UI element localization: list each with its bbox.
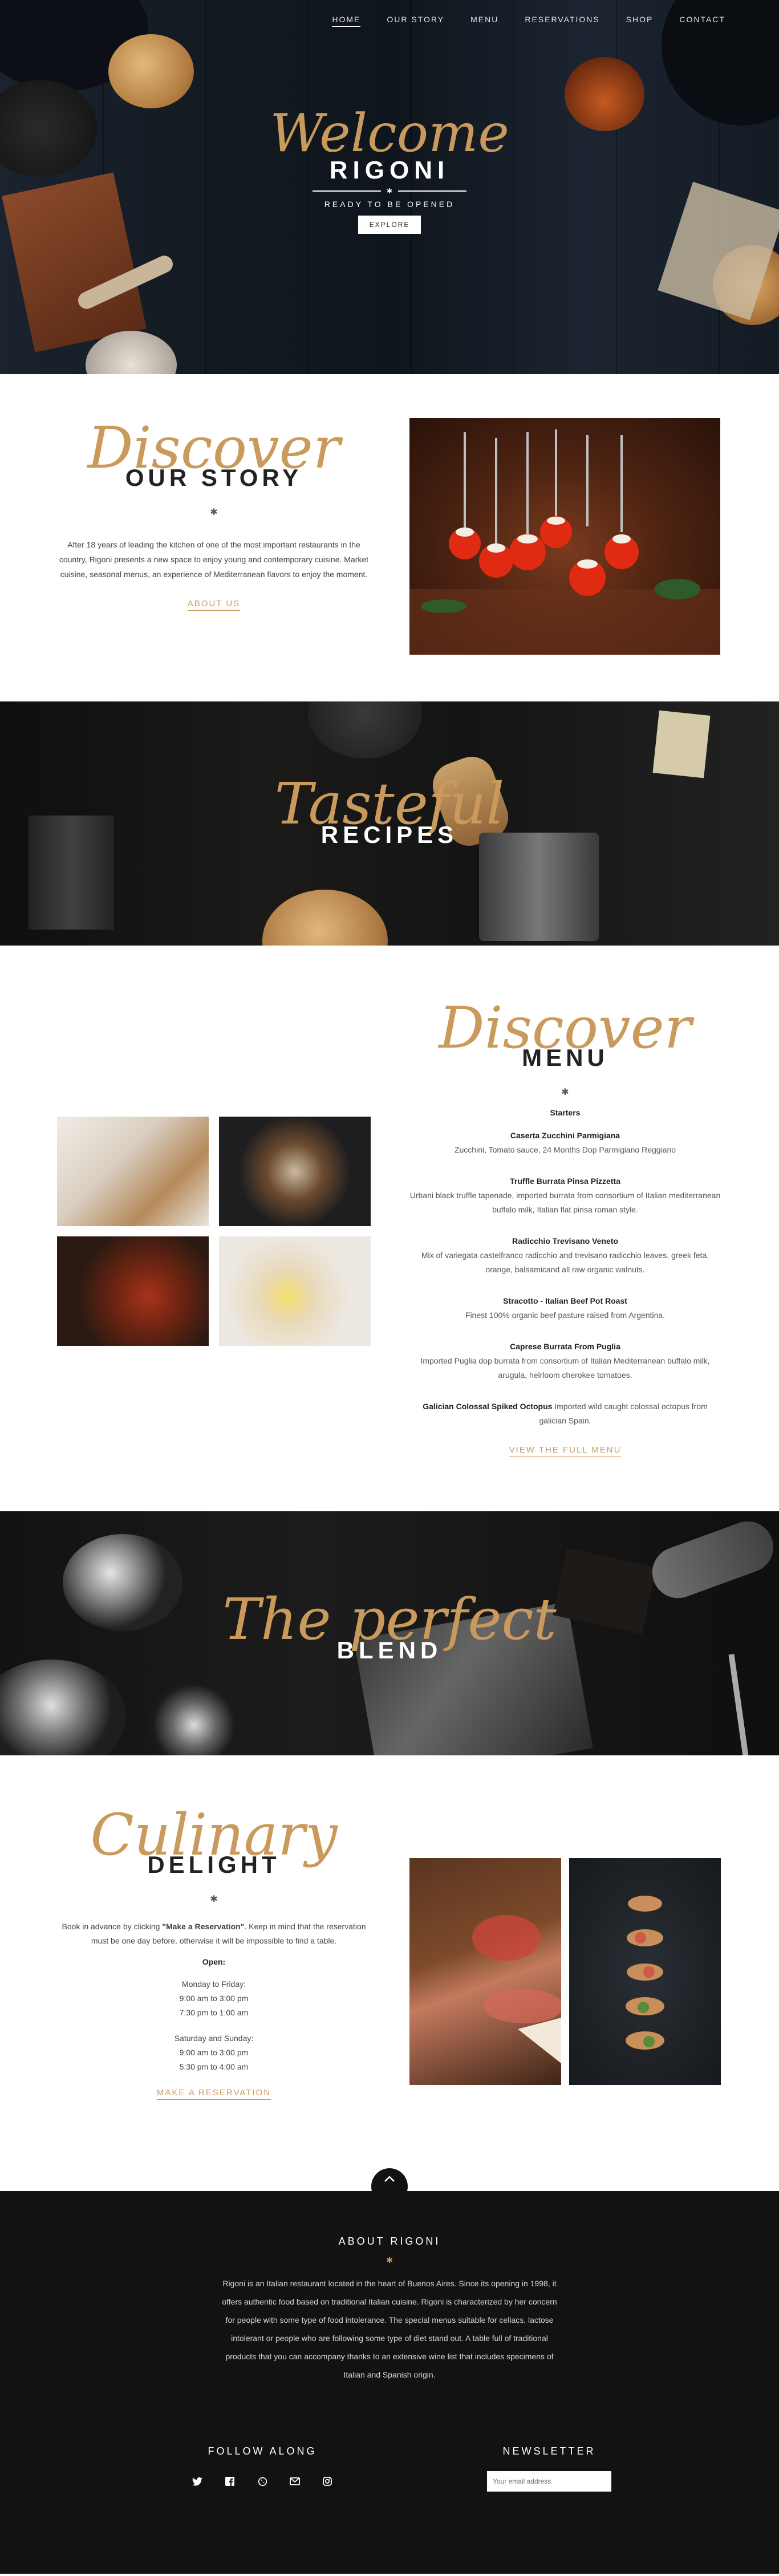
- recipes-title: RECIPES: [320, 821, 459, 848]
- nav-our-story[interactable]: OUR STORY: [387, 15, 444, 27]
- hero-section: HOME OUR STORY MENU RESERVATIONS SHOP CO…: [0, 0, 779, 374]
- menu-item: Caprese Burrata From Puglia Imported Pug…: [408, 1340, 722, 1382]
- chevron-up-icon: [384, 2176, 395, 2182]
- sieve-image: [308, 701, 422, 758]
- bread-loaf-image: [262, 890, 388, 946]
- follow-title: FOLLOW ALONG: [208, 2445, 317, 2457]
- instagram-icon[interactable]: [320, 2474, 334, 2488]
- menu-photo-grid: [57, 1117, 371, 1346]
- view-full-menu-link[interactable]: VIEW THE FULL MENU: [509, 1445, 622, 1457]
- facebook-icon[interactable]: [223, 2474, 237, 2488]
- charcuterie-photo: [409, 1858, 563, 2085]
- menu-item-desc: Mix of variegata castelfranco radicchio …: [421, 1251, 709, 1274]
- menu-item: Radicchio Trevisano Veneto Mix of varieg…: [408, 1234, 722, 1277]
- story-text: After 18 years of leading the kitchen of…: [59, 540, 369, 579]
- menu-item-desc: Zucchini, Tomato sauce, 24 Months Dop Pa…: [454, 1145, 676, 1154]
- whatsapp-icon[interactable]: [255, 2474, 269, 2488]
- menu-item-name: Galician Colossal Spiked Octopus: [423, 1402, 553, 1411]
- recipes-banner: Tasteful RECIPES: [0, 701, 779, 946]
- explore-button[interactable]: EXPLORE: [358, 216, 421, 234]
- menu-item-name: Caprese Burrata From Puglia: [510, 1342, 620, 1351]
- star-divider-icon: ✱: [386, 2255, 393, 2265]
- nav-reservations[interactable]: RESERVATIONS: [525, 15, 599, 27]
- footer: ABOUT RIGONI ✱ Rigoni is an Italian rest…: [0, 2168, 779, 2574]
- nav-menu[interactable]: MENU: [470, 15, 498, 27]
- menu-item: Stracotto - Italian Beef Pot Roast Fines…: [408, 1294, 722, 1323]
- nav-contact[interactable]: CONTACT: [679, 15, 725, 27]
- menu-section: Discover MENU ✱ Starters Caserta Zucchin…: [0, 946, 779, 1511]
- menu-item-name: Radicchio Trevisano Veneto: [512, 1236, 618, 1246]
- about-text: Rigoni is an Italian restaurant located …: [222, 2279, 557, 2379]
- menu-item-desc: Finest 100% organic beef pasture raised …: [465, 1311, 666, 1320]
- cookie-image: [108, 34, 194, 108]
- fork-image: [728, 1654, 749, 1755]
- bruschetta-photo: [569, 1858, 721, 2085]
- opening-hours: Monday to Friday: 9:00 am to 3:00 pm 7:3…: [174, 1979, 254, 2071]
- menu-item: Truffle Burrata Pinsa Pizzetta Urbani bl…: [408, 1174, 722, 1217]
- about-title: ABOUT RIGONI: [338, 2236, 441, 2247]
- make-reservation-link[interactable]: MAKE A RESERVATION: [156, 2088, 271, 2100]
- hero-subtitle: READY TO BE OPENED: [324, 200, 455, 209]
- about-us-link[interactable]: ABOUT US: [187, 599, 241, 611]
- newsletter-title: NEWSLETTER: [502, 2445, 596, 2457]
- hero-title: RIGONI: [329, 156, 450, 184]
- menu-photo: [57, 1236, 209, 1346]
- culinary-section: Culinary DELIGHT ✱ Book in advance by cl…: [0, 1755, 779, 2191]
- nav-shop[interactable]: SHOP: [626, 15, 654, 27]
- menu-photo: [219, 1236, 371, 1346]
- story-photo: [409, 418, 720, 655]
- hero-title-block: Welcome RIGONI ✱ READY TO BE OPENED EXPL…: [0, 107, 779, 234]
- blend-banner: The perfect BLEND: [0, 1511, 779, 1755]
- star-divider-icon: ✱: [210, 1895, 218, 1904]
- menu-photo: [57, 1117, 209, 1226]
- menu-item-desc: Imported Puglia dop burrata from consort…: [420, 1356, 710, 1380]
- menu-item-desc: Imported wild caught colossal octopus fr…: [539, 1402, 708, 1425]
- pot-image: [479, 833, 599, 941]
- star-divider-icon: ✱: [210, 508, 218, 517]
- nav-home[interactable]: HOME: [332, 15, 361, 27]
- email-icon[interactable]: [288, 2474, 302, 2488]
- newsletter-email-input[interactable]: [487, 2471, 611, 2492]
- story-section: Discover OUR STORY ✱ After 18 years of l…: [0, 374, 779, 701]
- menu-item-name: Truffle Burrata Pinsa Pizzetta: [510, 1177, 620, 1186]
- hero-divider: ✱: [0, 187, 779, 195]
- twitter-icon[interactable]: [190, 2474, 204, 2488]
- menu-section-label: Starters: [550, 1108, 581, 1117]
- back-to-top-button[interactable]: [371, 2168, 408, 2205]
- cookies-image: [0, 1660, 125, 1755]
- menu-item: Caserta Zucchini Parmigiana Zucchini, To…: [408, 1129, 722, 1157]
- cookies-image: [148, 1682, 240, 1755]
- hero-script-title: Welcome: [270, 103, 509, 164]
- open-label: Open:: [202, 1957, 226, 1966]
- menu-photo: [219, 1117, 371, 1226]
- menu-item-name: Caserta Zucchini Parmigiana: [510, 1131, 620, 1140]
- menu-item-desc: Urbani black truffle tapenade, imported …: [409, 1191, 721, 1214]
- main-nav: HOME OUR STORY MENU RESERVATIONS SHOP CO…: [332, 15, 725, 27]
- reservation-text: Book in advance by clicking "Make a Rese…: [62, 1922, 366, 1945]
- star-divider-icon: ✱: [561, 1088, 569, 1097]
- social-links: [188, 2474, 336, 2488]
- notes-image: [652, 710, 711, 778]
- blend-title: BLEND: [336, 1637, 443, 1664]
- menu-item: Galician Colossal Spiked Octopus Importe…: [408, 1399, 722, 1428]
- menu-item-name: Stracotto - Italian Beef Pot Roast: [503, 1296, 627, 1305]
